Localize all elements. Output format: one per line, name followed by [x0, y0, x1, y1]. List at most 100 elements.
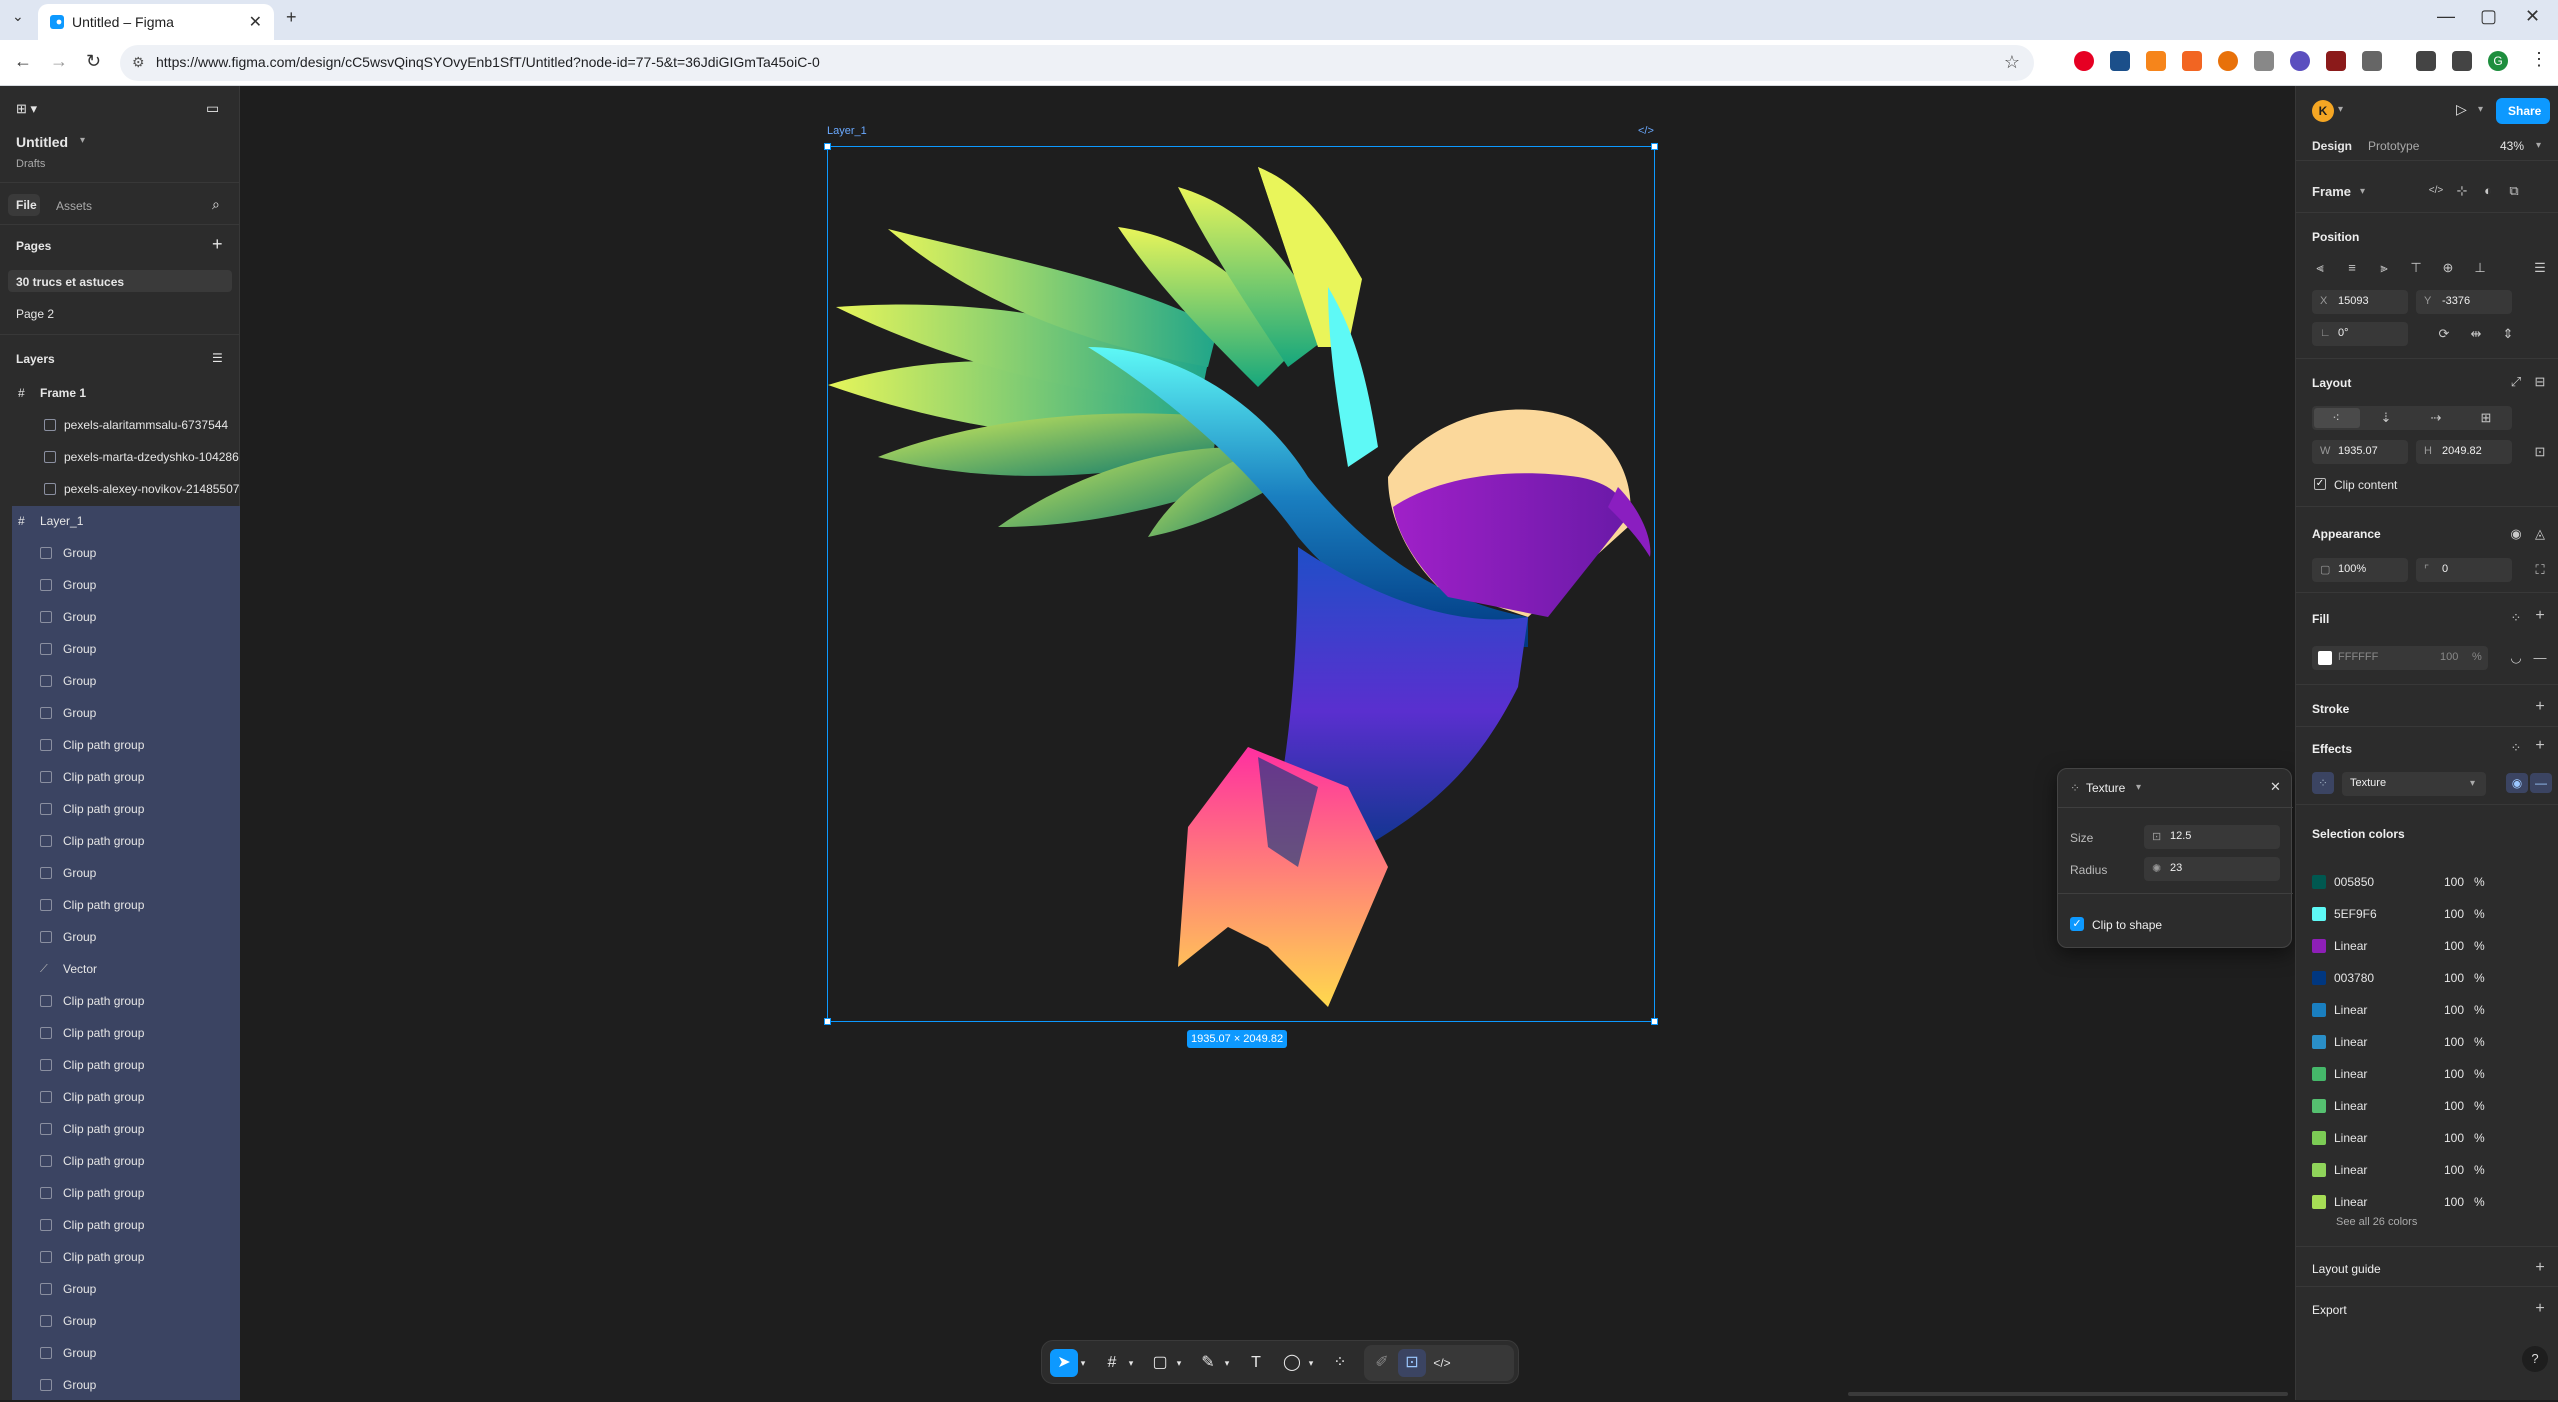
add-stroke-icon[interactable]: + — [2532, 699, 2548, 715]
layer-item[interactable]: Group — [12, 538, 240, 570]
maximize-icon[interactable]: ▢ — [2480, 6, 2497, 27]
layer-image[interactable]: pexels-marta-dzedyshko-104286 — [12, 442, 240, 474]
selection-color-row[interactable]: Linear 100% — [2312, 1188, 2544, 1216]
color-swatch[interactable] — [2312, 1003, 2326, 1017]
styles-icon[interactable]: ⁘ — [2508, 610, 2524, 626]
toggle-sidebar-icon[interactable]: ▭ — [206, 100, 219, 117]
see-all-colors-link[interactable]: See all 26 colors — [2336, 1216, 2417, 1228]
selection-color-row[interactable]: Linear 100% — [2312, 1124, 2544, 1152]
extension-icon[interactable] — [2326, 51, 2346, 71]
layers-options-icon[interactable]: ☰ — [212, 351, 223, 365]
tab-prototype[interactable]: Prototype — [2368, 139, 2419, 153]
share-button[interactable]: Share — [2496, 98, 2550, 124]
remove-fill-icon[interactable]: — — [2532, 650, 2548, 666]
puzzle-extensions-icon[interactable] — [2362, 51, 2382, 71]
chevron-down-icon[interactable]: ▾ — [1220, 1349, 1234, 1377]
size-input[interactable]: ⊡ 12.5 — [2144, 825, 2280, 849]
selection-color-row[interactable]: 005850 100% — [2312, 868, 2544, 896]
chevron-down-icon[interactable]: ▾ — [2338, 104, 2343, 115]
color-swatch[interactable] — [2312, 1195, 2326, 1209]
selection-color-row[interactable]: Linear 100% — [2312, 1156, 2544, 1184]
draw-mode-icon[interactable]: ✐ — [1368, 1349, 1396, 1377]
layer-item[interactable]: Clip path group — [12, 1210, 240, 1242]
code-icon[interactable]: </> — [1638, 125, 1654, 137]
extension-icon[interactable] — [2182, 51, 2202, 71]
layer-item[interactable]: ⟋ Vector — [12, 954, 240, 986]
pinterest-extension-icon[interactable] — [2074, 51, 2094, 71]
align-center-h-icon[interactable]: ≡ — [2344, 260, 2360, 276]
color-swatch[interactable] — [2312, 1099, 2326, 1113]
resize-handle[interactable] — [1651, 1018, 1658, 1025]
layer-item[interactable]: Clip path group — [12, 986, 240, 1018]
bookmark-star-icon[interactable]: ☆ — [2004, 52, 2020, 73]
constrain-proportions-icon[interactable]: ⊡ — [2532, 444, 2548, 460]
clip-content-checkbox[interactable]: ✓ — [2314, 478, 2326, 490]
tab-file[interactable]: File — [8, 194, 40, 216]
chevron-down-icon[interactable]: ▾ — [1304, 1349, 1318, 1377]
align-right-icon[interactable]: ⫸ — [2376, 260, 2392, 276]
remove-effect-icon[interactable]: — — [2530, 773, 2552, 793]
layer-item[interactable]: Group — [12, 1306, 240, 1338]
selection-color-row[interactable]: Linear 100% — [2312, 996, 2544, 1024]
color-swatch[interactable] — [2312, 1163, 2326, 1177]
color-swatch[interactable] — [2312, 1035, 2326, 1049]
color-swatch[interactable] — [2312, 971, 2326, 985]
frame-type-dropdown[interactable]: Frame — [2312, 184, 2351, 199]
effect-settings-icon[interactable]: ⁘ — [2312, 772, 2334, 794]
layer-image[interactable]: pexels-alexey-novikov-21485507 — [12, 474, 240, 506]
comment-tool-icon[interactable]: ◯ — [1278, 1349, 1306, 1377]
layer-item[interactable]: Clip path group — [12, 1146, 240, 1178]
figma-main-menu-icon[interactable]: ⊞ ▾ — [16, 101, 37, 117]
layer-item[interactable]: Clip path group — [12, 890, 240, 922]
layer-image[interactable]: pexels-alaritammsalu-6737544 — [12, 410, 240, 442]
code-icon[interactable]: </> — [2428, 183, 2444, 199]
profile-avatar[interactable]: G — [2488, 51, 2508, 71]
forward-icon[interactable]: → — [50, 51, 68, 72]
layout-grid-icon[interactable]: ⊟ — [2532, 374, 2548, 390]
selection-color-row[interactable]: Linear 100% — [2312, 1028, 2544, 1056]
chevron-down-icon[interactable]: ▾ — [2536, 140, 2541, 151]
resize-handle[interactable] — [824, 1018, 831, 1025]
resize-handle[interactable] — [824, 143, 831, 150]
distribute-icon[interactable]: ☰ — [2532, 260, 2548, 276]
layer-item[interactable]: Group — [12, 1338, 240, 1370]
selection-color-row[interactable]: 5EF9F6 100% — [2312, 900, 2544, 928]
independent-corners-icon[interactable]: ⛶ — [2532, 562, 2548, 578]
layer-item[interactable]: Clip path group — [12, 730, 240, 762]
add-fill-icon[interactable]: + — [2532, 608, 2548, 624]
layer-selected[interactable]: # Layer_1 — [12, 506, 240, 538]
color-swatch[interactable] — [2312, 907, 2326, 921]
chevron-down-icon[interactable]: ▾ — [2478, 104, 2483, 115]
chevron-down-icon[interactable]: ▾ — [1172, 1349, 1186, 1377]
contrast-icon[interactable]: ◐ — [2480, 183, 2496, 199]
fill-row[interactable]: FFFFFF 100 % — [2312, 646, 2488, 670]
clip-to-shape-checkbox[interactable]: ✓ — [2070, 917, 2084, 931]
rotate-icon[interactable]: ⟳ — [2436, 326, 2452, 342]
zoom-level[interactable]: 43% — [2500, 139, 2524, 153]
layer-item[interactable]: Group — [12, 922, 240, 954]
browser-tab[interactable]: Untitled – Figma ✕ — [38, 4, 274, 40]
height-input[interactable]: H 2049.82 — [2416, 440, 2512, 464]
color-swatch[interactable] — [2312, 1067, 2326, 1081]
horizontal-layout-icon[interactable]: ⇢ — [2428, 410, 2444, 426]
layer-item[interactable]: Group — [12, 634, 240, 666]
file-name[interactable]: Untitled — [16, 134, 68, 150]
layer-item[interactable]: Clip path group — [12, 1082, 240, 1114]
flip-vertical-icon[interactable]: ⇕ — [2500, 326, 2516, 342]
media-icon[interactable] — [2452, 51, 2472, 71]
blend-mode-icon[interactable]: ◬ — [2532, 526, 2548, 542]
reload-icon[interactable]: ↻ — [86, 51, 101, 72]
add-layout-guide-icon[interactable]: + — [2532, 1260, 2548, 1276]
back-icon[interactable]: ← — [14, 51, 32, 72]
layer-item[interactable]: Clip path group — [12, 794, 240, 826]
pen-tool-icon[interactable]: ✎ — [1194, 1349, 1222, 1377]
chevron-down-icon[interactable]: ▾ — [2136, 782, 2141, 793]
metamask-extension-icon[interactable] — [2146, 51, 2166, 71]
frame-tool-icon[interactable]: # — [1098, 1349, 1126, 1377]
layer-item[interactable]: Group — [12, 570, 240, 602]
color-swatch[interactable] — [2312, 875, 2326, 889]
align-bottom-icon[interactable]: ⊥ — [2472, 260, 2488, 276]
url-field[interactable]: ⚙ https://www.figma.com/design/cC5wsvQin… — [120, 45, 2034, 81]
tab-assets[interactable]: Assets — [56, 199, 92, 213]
hide-fill-icon[interactable]: ◡ — [2508, 650, 2524, 666]
